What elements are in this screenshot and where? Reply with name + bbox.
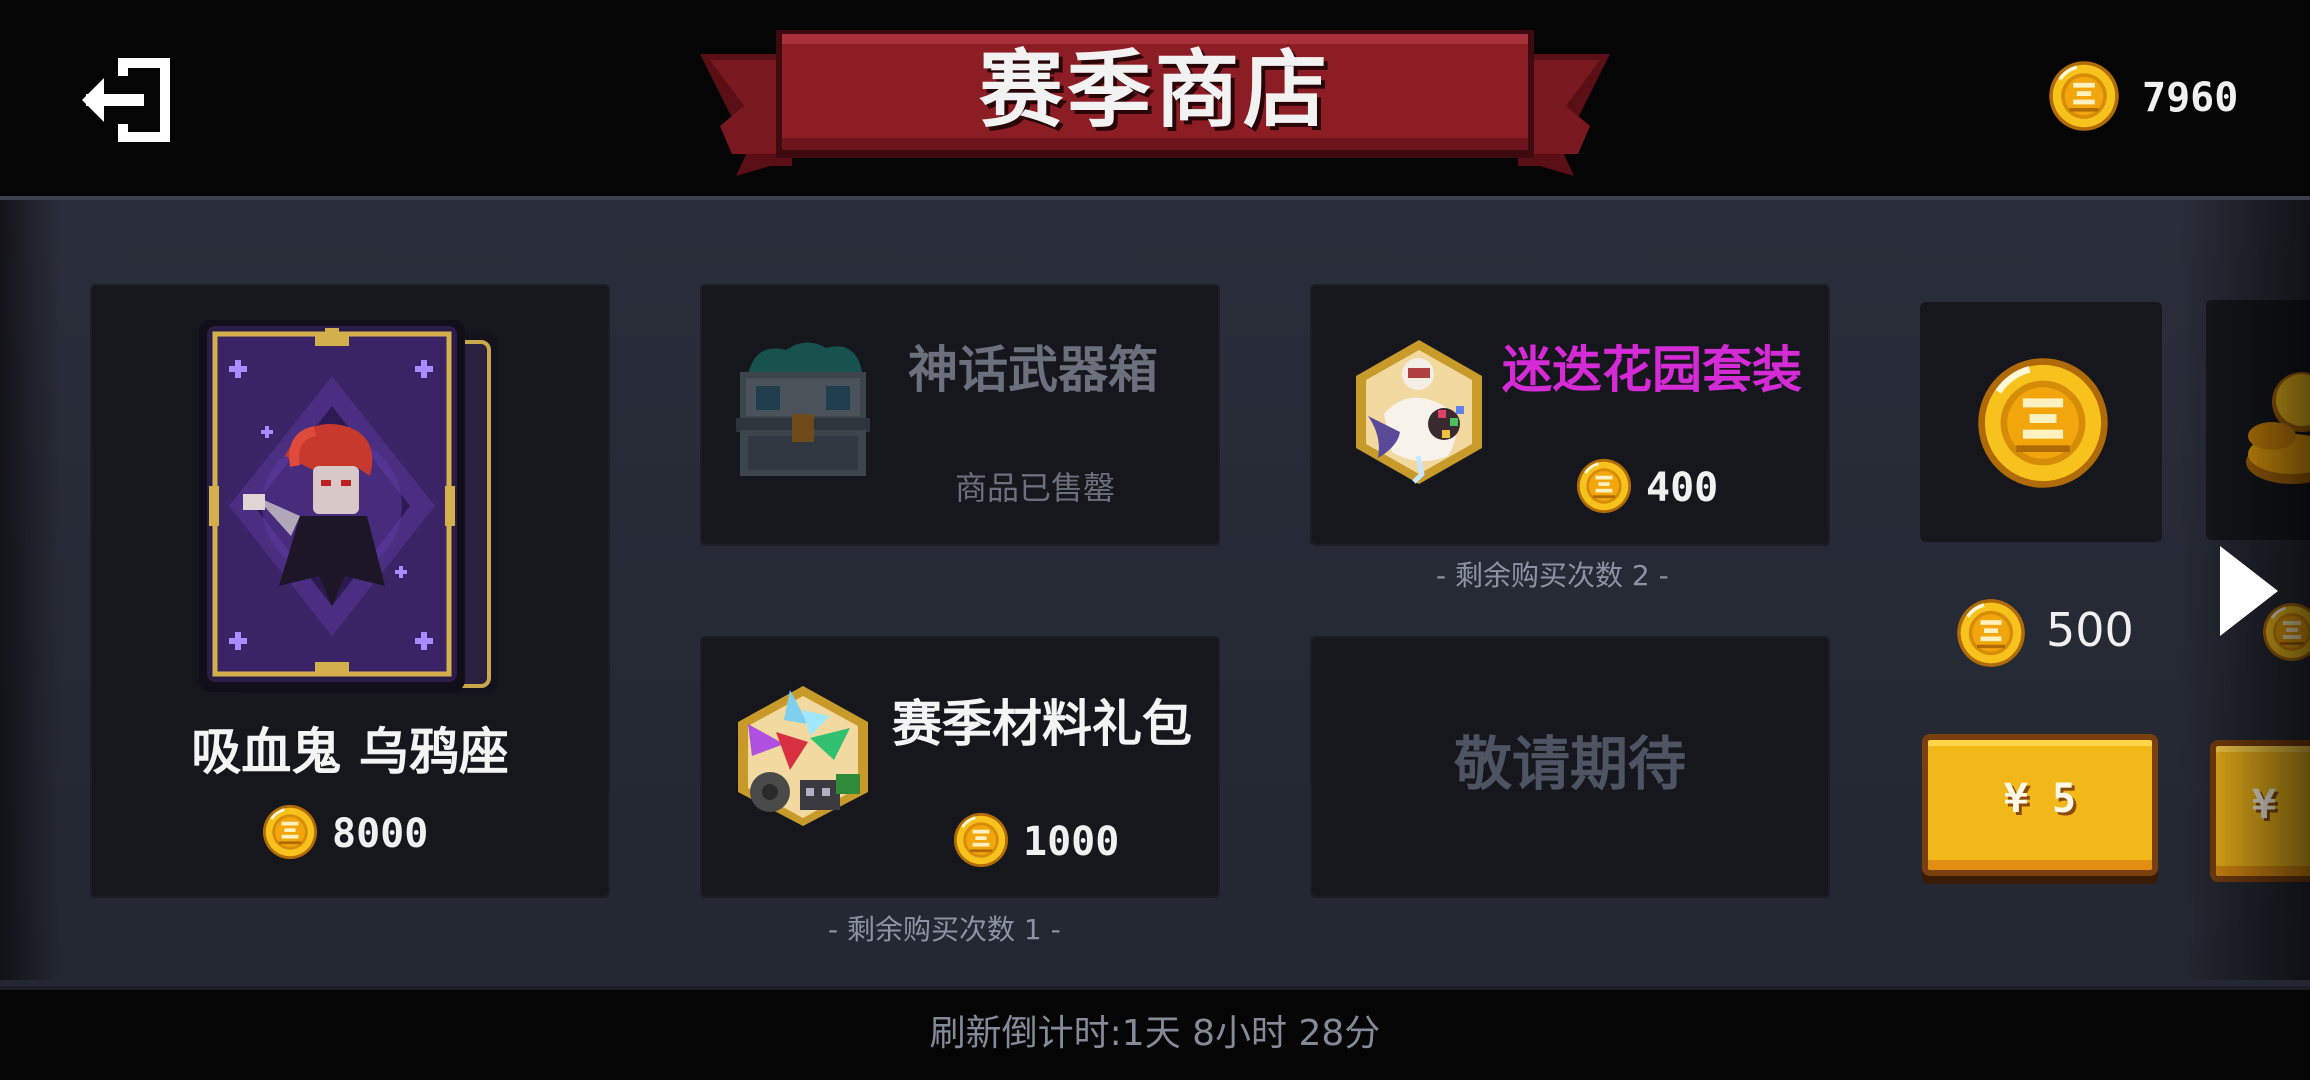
coming-soon-label: 敬请期待 bbox=[1453, 730, 1686, 798]
garden-set-remaining: - 剩余购买次数 2 - bbox=[1436, 559, 1669, 592]
price-value: 400 bbox=[1646, 465, 1719, 511]
sold-out-label: 商品已售罄 bbox=[955, 469, 1116, 507]
exit-button[interactable] bbox=[78, 52, 178, 148]
featured-item-name: 吸血鬼 乌鸦座 bbox=[191, 723, 509, 781]
garden-set-name: 迷迭花园套装 bbox=[1502, 341, 1802, 399]
mythic-weapon-box-name: 神话武器箱 bbox=[908, 341, 1158, 399]
buy-coin-pack-button[interactable]: ¥ 5 bbox=[1922, 734, 2158, 876]
coin-icon bbox=[2048, 60, 2120, 132]
garden-set-price: 400 bbox=[1576, 458, 1756, 518]
buy-button-label: ¥ 5 bbox=[2003, 776, 2077, 822]
coin-balance: 7960 bbox=[2048, 60, 2268, 138]
coin-pack-amount: 500 bbox=[1956, 604, 2156, 664]
featured-item-price: 8000 bbox=[262, 804, 462, 864]
coin-icon bbox=[1976, 356, 2110, 490]
price-value: 8000 bbox=[332, 811, 429, 857]
material-pack-price: 1000 bbox=[953, 812, 1163, 872]
coin-icon bbox=[262, 804, 318, 860]
coin-icon bbox=[1576, 458, 1632, 514]
price-value: 1000 bbox=[1023, 819, 1120, 865]
exit-icon bbox=[82, 58, 170, 142]
coin-icon bbox=[953, 812, 1009, 868]
page-title: 赛季商店 bbox=[978, 41, 1331, 139]
chest-icon bbox=[736, 342, 870, 476]
material-pack-name: 赛季材料礼包 bbox=[892, 695, 1192, 753]
crystal-bundle-icon bbox=[738, 686, 868, 826]
panel-edge-shadow bbox=[0, 200, 60, 980]
costume-set-icon bbox=[1356, 340, 1482, 484]
refresh-countdown: 刷新倒计时:1天 8小时 28分 bbox=[929, 1013, 1381, 1054]
coin-balance-value: 7960 bbox=[2142, 75, 2239, 121]
arrow-right-icon[interactable] bbox=[2220, 546, 2284, 636]
coin-icon bbox=[1956, 598, 2026, 668]
material-pack-remaining: - 剩余购买次数 1 - bbox=[828, 913, 1061, 946]
coin-pack-amount-value: 500 bbox=[2046, 603, 2134, 657]
character-card-icon bbox=[199, 320, 497, 694]
